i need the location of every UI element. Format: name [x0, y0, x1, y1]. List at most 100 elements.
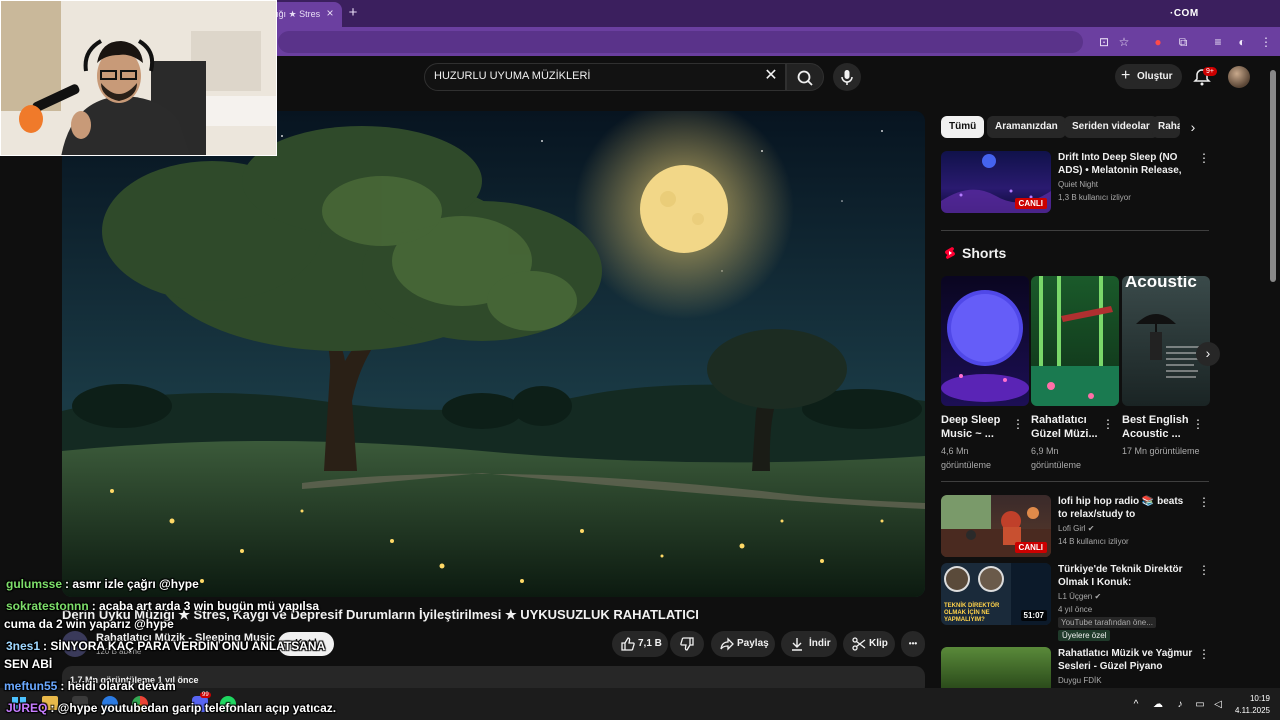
- short-thumbnail[interactable]: [941, 276, 1029, 406]
- chip-from-search[interactable]: Aramanızdan: [987, 116, 1066, 138]
- voice-search-button[interactable]: [833, 63, 861, 91]
- short-menu-icon[interactable]: ⋮: [1012, 417, 1024, 431]
- short-title[interactable]: Deep Sleep Music ~ ...: [941, 413, 1015, 441]
- chat-message: 3nes1: SİNYORA KAÇ PARA VERDİN ONU ANLAT…: [6, 639, 325, 653]
- short-title[interactable]: Best English Acoustic ...: [1122, 413, 1196, 441]
- night-landscape-frame: [62, 111, 925, 597]
- clock-date[interactable]: 4.11.2025: [1228, 706, 1270, 715]
- chip-all[interactable]: Tümü: [941, 116, 985, 138]
- install-icon[interactable]: ⊡: [1096, 34, 1112, 50]
- browser-menu-icon[interactable]: ⋮: [1258, 34, 1274, 50]
- video-player[interactable]: [62, 111, 925, 597]
- chat-text: SEN ABİ: [4, 657, 53, 671]
- shorts-logo-icon: [945, 247, 955, 259]
- microphone-tray-icon[interactable]: ♪: [1174, 699, 1186, 711]
- chat-text: cuma da 2 win yaparız @hype: [4, 617, 174, 631]
- tray-overflow-icon[interactable]: ^: [1130, 699, 1142, 711]
- thumbs-down-icon: [680, 637, 694, 651]
- plus-icon: +: [1121, 67, 1131, 84]
- rec-channel[interactable]: L1 Üçgen ✔: [1058, 592, 1101, 601]
- chat-username: 3nes1: [6, 639, 41, 653]
- extensions-icon[interactable]: ⧉: [1175, 34, 1191, 50]
- rec-menu-icon[interactable]: ⋮: [1198, 151, 1210, 165]
- rec-thumbnail[interactable]: CANLI: [941, 495, 1051, 557]
- clear-search-icon[interactable]: ✕: [762, 67, 780, 85]
- extension-record-icon[interactable]: ●: [1150, 34, 1166, 50]
- scissors-icon: [852, 637, 866, 651]
- shorts-next-button[interactable]: ›: [1196, 342, 1220, 366]
- short-views: 17 Mn görüntüleme: [1122, 446, 1200, 456]
- tab-title: ığı ★ Stres: [276, 9, 321, 19]
- rec-menu-icon[interactable]: ⋮: [1198, 563, 1210, 577]
- rec-channel[interactable]: Quiet Night: [1058, 180, 1098, 189]
- dislike-button[interactable]: [670, 631, 704, 657]
- media-control-icon[interactable]: ≡: [1210, 34, 1226, 50]
- network-icon[interactable]: ▭: [1194, 699, 1206, 711]
- rec-menu-icon[interactable]: ⋮: [1198, 647, 1210, 661]
- clip-button[interactable]: Klip: [843, 631, 895, 657]
- clip-label: Klip: [869, 638, 888, 649]
- rec-title[interactable]: Rahatlatıcı Müzik ve Yağmur Sesleri - Gü…: [1058, 647, 1193, 673]
- address-bar[interactable]: [278, 31, 1083, 53]
- chat-username: gulumsse: [6, 577, 63, 591]
- acoustic-thumb-text: Acoustic: [1125, 276, 1197, 291]
- short-title[interactable]: Rahatlatıcı Güzel Müzi...: [1031, 413, 1105, 441]
- chip-relaxing[interactable]: Rahatlatıcı: [1152, 116, 1180, 138]
- rec-title[interactable]: Türkiye'de Teknik Direktör Olmak I Konuk…: [1058, 563, 1193, 589]
- tab-close-icon[interactable]: ×: [322, 5, 338, 21]
- share-button[interactable]: Paylaş: [711, 631, 775, 657]
- rec-thumbnail[interactable]: TEKNİK DİREKTÖR OLMAK İÇİN NE YAPMALIYIM…: [941, 563, 1051, 625]
- chat-text: : @hype youtubedan garip telefonları açı…: [50, 701, 337, 715]
- clock-time[interactable]: 10:19: [1238, 694, 1270, 703]
- volume-icon[interactable]: ◁: [1212, 699, 1224, 711]
- short-thumbnail[interactable]: Acoustic: [1122, 276, 1210, 406]
- short-views: 6,9 Mn görüntüleme: [1031, 446, 1082, 470]
- rec-viewers: 14 B kullanıcı izliyor: [1058, 537, 1129, 546]
- short-menu-icon[interactable]: ⋮: [1192, 417, 1204, 431]
- bamboo-short-art: [1031, 276, 1119, 406]
- rec-menu-icon[interactable]: ⋮: [1198, 495, 1210, 509]
- live-badge: CANLI: [1014, 542, 1047, 553]
- new-tab-button[interactable]: +: [345, 5, 361, 21]
- rec-title[interactable]: lofi hip hop radio 📚 beats to relax/stud…: [1058, 495, 1193, 521]
- divider: [941, 230, 1209, 231]
- like-button[interactable]: 7,1 B: [612, 631, 668, 657]
- chat-message: gulumsse: asmr izle çağrı @hype: [6, 577, 199, 591]
- chip-from-series[interactable]: Seriden videolar: [1064, 116, 1158, 138]
- download-button[interactable]: İndir: [781, 631, 837, 657]
- profile-icon[interactable]: ◐: [1234, 34, 1250, 50]
- rec-channel[interactable]: Lofi Girl ✔: [1058, 524, 1095, 533]
- short-views: 4,6 Mn görüntüleme: [941, 446, 992, 470]
- short-menu-icon[interactable]: ⋮: [1102, 417, 1114, 431]
- duration-badge: 51:07: [1020, 610, 1047, 621]
- download-label: İndir: [809, 638, 831, 649]
- chat-message: SEN ABİ: [4, 657, 52, 671]
- moon-short-art: [941, 290, 1029, 402]
- download-icon: [792, 638, 802, 651]
- rec-title[interactable]: Drift Into Deep Sleep (NO ADS) • Melaton…: [1058, 151, 1193, 177]
- share-icon: [720, 637, 734, 651]
- chat-message: meftun55: heidi olarak devam: [4, 679, 176, 693]
- thumbs-up-icon: [621, 637, 635, 651]
- rec-channel[interactable]: Duygu FDİK: [1058, 676, 1102, 685]
- notification-count-badge: 9+: [1203, 67, 1217, 76]
- bookmark-star-icon[interactable]: ☆: [1116, 34, 1132, 50]
- chat-text: : asmr izle çağrı @hype: [65, 577, 199, 591]
- rec-thumbnail[interactable]: [941, 647, 1051, 689]
- account-avatar[interactable]: [1228, 66, 1250, 88]
- featured-label: YouTube tarafından öne...: [1058, 617, 1156, 628]
- stream-logo: ·COM: [1170, 8, 1199, 19]
- rec-thumbnail[interactable]: CANLI: [941, 151, 1051, 213]
- rec-viewers: 1,3 B kullanıcı izliyor: [1058, 193, 1131, 202]
- chat-text: : acaba art arda 3 win bugün mü yapılsa: [91, 599, 320, 613]
- cloud-sync-icon[interactable]: ☁: [1152, 699, 1164, 711]
- chevron-right-icon[interactable]: ›: [1186, 119, 1200, 135]
- page-scrollbar[interactable]: [1270, 70, 1276, 282]
- search-button[interactable]: [786, 63, 824, 91]
- more-actions-button[interactable]: •••: [901, 631, 925, 657]
- share-label: Paylaş: [737, 638, 769, 649]
- streamer-webcam: [0, 0, 277, 156]
- thumb-caption: TEKNİK DİREKTÖR OLMAK İÇİN NE YAPMALIYIM…: [944, 603, 1000, 623]
- short-thumbnail[interactable]: [1031, 276, 1119, 406]
- webcam-scene: [1, 1, 276, 155]
